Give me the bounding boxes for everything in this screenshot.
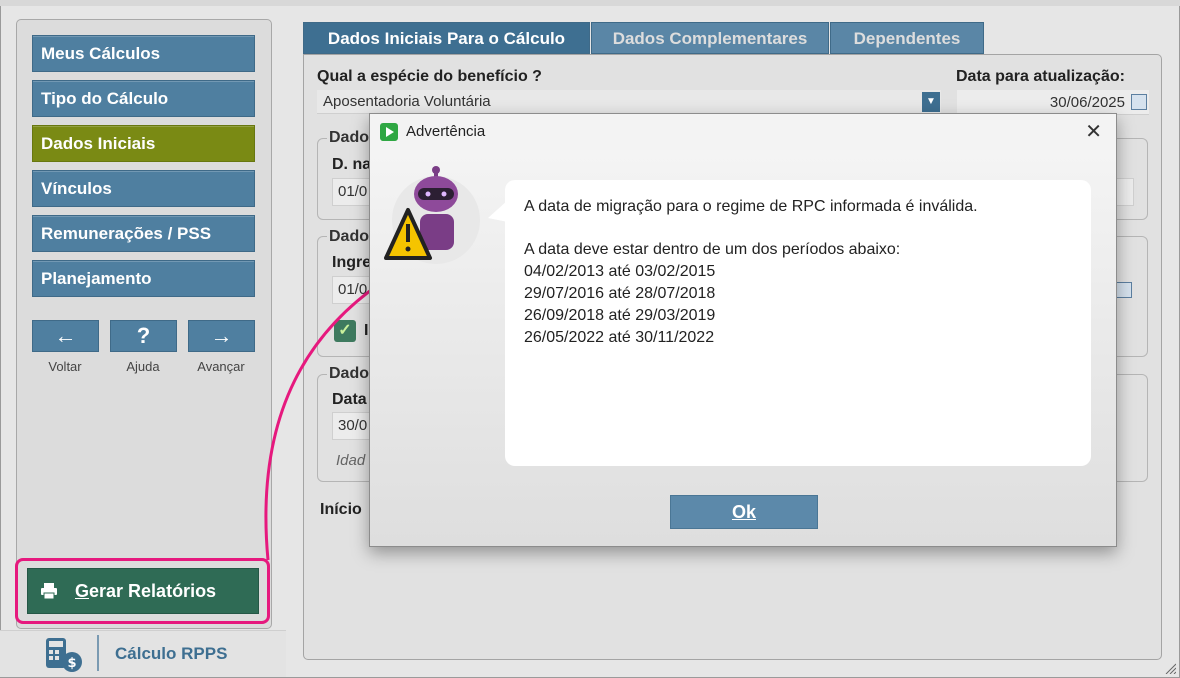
period-4: 26/05/2022 até 30/11/2022 <box>524 329 715 346</box>
ok-button[interactable]: Ok <box>670 495 818 529</box>
period-2: 29/07/2016 até 28/07/2018 <box>524 285 716 302</box>
warning-robot-icon <box>384 166 480 264</box>
dialog-title: Advertência <box>406 123 486 140</box>
dialog-titlebar: Advertência ✕ <box>370 114 1116 150</box>
period-1: 04/02/2013 até 03/02/2015 <box>524 263 716 280</box>
warning-dialog: Advertência ✕ A data de migração para o … <box>369 113 1117 547</box>
close-icon[interactable]: ✕ <box>1085 119 1102 144</box>
period-3: 26/09/2018 até 29/03/2019 <box>524 307 716 324</box>
app-logo-icon <box>380 123 398 141</box>
resize-grip-icon[interactable] <box>1164 662 1176 674</box>
message-line-1: A data de migração para o regime de RPC … <box>524 198 978 215</box>
message-line-2: A data deve estar dentro de um dos perío… <box>524 241 901 258</box>
